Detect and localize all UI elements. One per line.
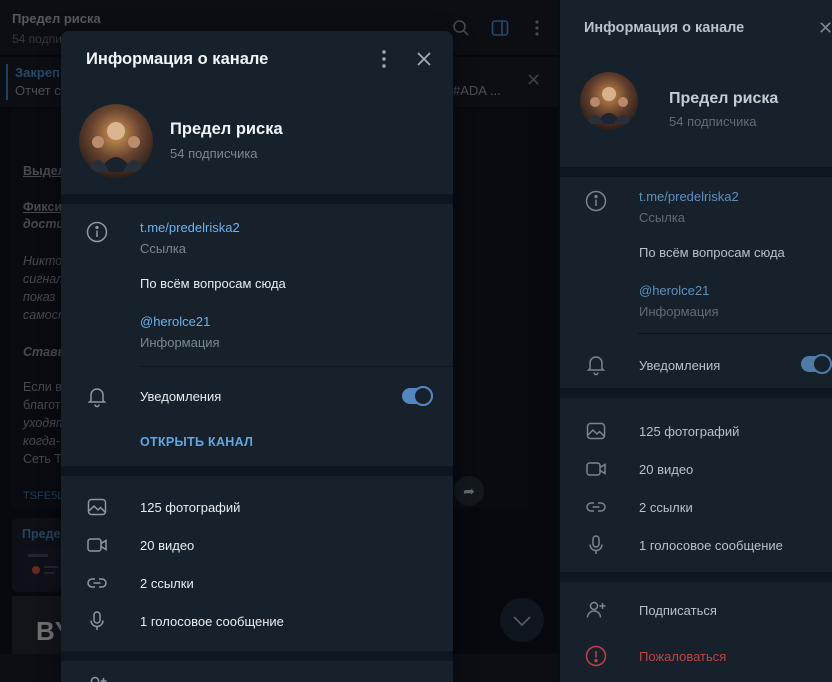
report-button[interactable]: Пожаловаться — [639, 649, 726, 664]
avatar[interactable] — [580, 72, 638, 130]
bell-icon — [584, 352, 608, 376]
media-videos[interactable]: 20 видео — [639, 462, 693, 477]
channel-name: Предел риска — [669, 90, 779, 107]
toggle-knob — [812, 354, 832, 374]
channel-description: По всём вопросам сюда — [140, 276, 286, 291]
info-icon — [85, 220, 109, 244]
media-voice[interactable]: 1 голосовое сообщение — [140, 614, 284, 629]
info-caption: Информация — [639, 304, 719, 319]
media-photos[interactable]: 125 фотографий — [639, 424, 739, 439]
mention-link[interactable]: @herolce21 — [639, 283, 709, 298]
channel-info-dialog: Информация о канале Предел риска 54 подп… — [61, 31, 453, 682]
notifications-toggle[interactable] — [801, 354, 832, 374]
microphone-icon — [584, 533, 608, 557]
channel-name: Предел риска — [170, 120, 283, 138]
section-divider — [61, 466, 453, 476]
info-icon — [584, 189, 608, 213]
report-icon — [584, 644, 608, 668]
media-photos[interactable]: 125 фотографий — [140, 500, 240, 515]
section-divider — [560, 167, 832, 177]
open-channel-button[interactable]: ОТКРЫТЬ КАНАЛ — [140, 435, 253, 449]
link-icon — [584, 495, 608, 519]
more-vertical-icon[interactable] — [374, 48, 394, 70]
media-links[interactable]: 2 ссылки — [639, 500, 693, 515]
close-icon[interactable]: ✕ — [818, 18, 832, 39]
thin-divider — [638, 333, 832, 334]
microphone-icon — [85, 609, 109, 633]
bell-icon — [85, 384, 109, 408]
section-divider — [61, 194, 453, 204]
thin-divider — [140, 366, 453, 367]
subscriber-count: 54 подписчика — [669, 114, 757, 129]
avatar[interactable] — [79, 104, 153, 178]
info-caption: Информация — [140, 335, 220, 350]
panel-title: Информация о канале — [584, 20, 745, 36]
photo-icon — [85, 495, 109, 519]
video-icon — [584, 457, 608, 481]
channel-link[interactable]: t.me/predelriska2 — [140, 220, 240, 235]
media-videos[interactable]: 20 видео — [140, 538, 194, 553]
video-icon — [85, 533, 109, 557]
dialog-title: Информация о канале — [86, 50, 269, 68]
telegram-window: Предел риска 54 подпис Закреп Отчет с #A… — [0, 0, 832, 682]
photo-icon — [584, 419, 608, 443]
channel-link[interactable]: t.me/predelriska2 — [639, 189, 739, 204]
media-voice[interactable]: 1 голосовое сообщение — [639, 538, 783, 553]
toggle-knob — [413, 386, 433, 406]
notifications-label: Уведомления — [140, 389, 222, 404]
section-divider — [560, 388, 832, 398]
section-divider — [61, 651, 453, 661]
mention-link[interactable]: @herolce21 — [140, 314, 210, 329]
add-user-icon[interactable] — [85, 673, 109, 682]
right-info-panel: Информация о канале ✕ Предел риска 54 по… — [560, 0, 832, 682]
link-caption: Ссылка — [639, 210, 686, 225]
add-user-icon — [584, 598, 608, 622]
notifications-label: Уведомления — [639, 358, 721, 373]
channel-description: По всём вопросам сюда — [639, 245, 785, 260]
notifications-toggle[interactable] — [402, 386, 433, 406]
subscriber-count: 54 подписчика — [170, 146, 258, 161]
close-icon[interactable] — [413, 48, 435, 70]
media-links[interactable]: 2 ссылки — [140, 576, 194, 591]
link-caption: Ссылка — [140, 241, 187, 256]
link-icon — [85, 571, 109, 595]
section-divider — [560, 572, 832, 582]
subscribe-button[interactable]: Подписаться — [639, 603, 717, 618]
